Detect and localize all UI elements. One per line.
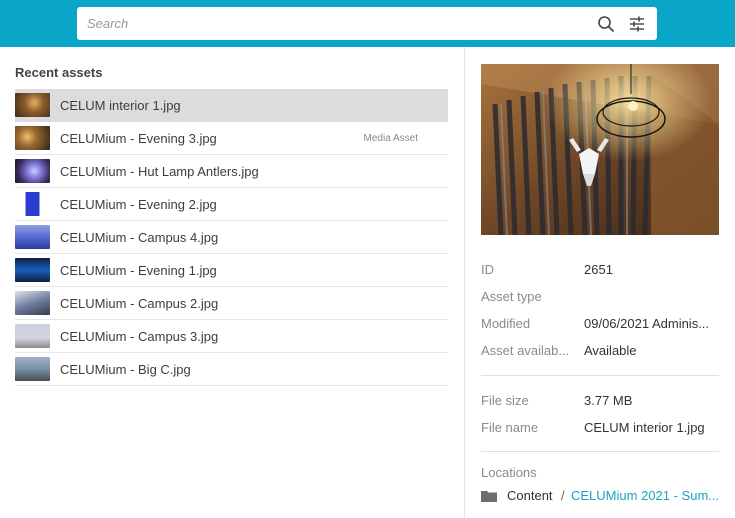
asset-row[interactable]: CELUMium - Evening 1.jpg — [15, 254, 448, 287]
asset-thumbnail — [15, 93, 50, 117]
asset-thumbnail — [15, 192, 50, 216]
modified-value: 09/06/2021 Adminis... — [584, 316, 710, 331]
id-value: 2651 — [584, 262, 613, 277]
asset-name: CELUMium - Evening 1.jpg — [60, 262, 217, 278]
recent-assets-panel: Recent assets CELUM interior 1.jpg CELUM… — [0, 47, 464, 518]
location-separator: / — [561, 488, 565, 503]
recent-assets-title: Recent assets — [15, 65, 103, 80]
asset-thumbnail — [15, 159, 50, 183]
asset-name: CELUMium - Big C.jpg — [60, 361, 191, 377]
asset-row[interactable]: CELUMium - Evening 2.jpg — [15, 188, 448, 221]
modified-label: Modified — [481, 316, 531, 331]
location-root[interactable]: Content — [507, 488, 553, 503]
asset-name: CELUMium - Campus 2.jpg — [60, 295, 219, 311]
asset-type-badge: Media Asset — [363, 132, 418, 144]
asset-row[interactable]: CELUMium - Hut Lamp Antlers.jpg — [15, 155, 448, 188]
file-name-label: File name — [481, 420, 539, 435]
asset-details-panel: ID 2651 Asset type Modified 09/06/2021 A… — [465, 47, 735, 518]
asset-name: CELUMium - Evening 3.jpg — [60, 130, 217, 146]
asset-thumbnail — [15, 225, 50, 249]
asset-thumbnail — [15, 357, 50, 381]
details-divider — [481, 451, 719, 452]
asset-preview-image[interactable] — [481, 64, 719, 235]
asset-name: CELUMium - Campus 4.jpg — [60, 229, 219, 245]
asset-name: CELUMium - Evening 2.jpg — [60, 196, 217, 212]
folder-icon — [481, 491, 497, 502]
filter-icon[interactable] — [628, 15, 646, 33]
asset-name: CELUMium - Campus 3.jpg — [60, 328, 219, 344]
asset-thumbnail — [15, 291, 50, 315]
asset-row[interactable]: CELUMium - Evening 3.jpg Media Asset — [15, 122, 448, 155]
file-size-label: File size — [481, 393, 529, 408]
file-size-value: 3.77 MB — [584, 393, 633, 408]
asset-list: CELUM interior 1.jpg CELUMium - Evening … — [15, 89, 448, 386]
asset-row[interactable]: CELUMium - Campus 3.jpg — [15, 320, 448, 353]
asset-type-label: Asset type — [481, 289, 542, 304]
asset-name: CELUMium - Hut Lamp Antlers.jpg — [60, 163, 259, 179]
search-input[interactable] — [87, 7, 587, 40]
asset-thumbnail — [15, 324, 50, 348]
id-label: ID — [481, 262, 494, 277]
asset-row[interactable]: CELUMium - Campus 2.jpg — [15, 287, 448, 320]
asset-thumbnail — [15, 126, 50, 150]
file-name-value: CELUM interior 1.jpg — [584, 420, 705, 435]
locations-label: Locations — [481, 465, 537, 480]
availability-label: Asset availab... — [481, 343, 570, 358]
asset-name: CELUM interior 1.jpg — [60, 97, 181, 113]
asset-row[interactable]: CELUM interior 1.jpg — [15, 89, 448, 122]
asset-row[interactable]: CELUMium - Campus 4.jpg — [15, 221, 448, 254]
location-link[interactable]: CELUMium 2021 - Sum... — [571, 488, 721, 503]
asset-thumbnail — [15, 258, 50, 282]
search-icon[interactable] — [597, 15, 615, 33]
details-divider — [481, 375, 719, 376]
search-box — [77, 7, 657, 40]
top-bar — [0, 0, 735, 47]
asset-row[interactable]: CELUMium - Big C.jpg — [15, 353, 448, 386]
availability-value: Available — [584, 343, 637, 358]
